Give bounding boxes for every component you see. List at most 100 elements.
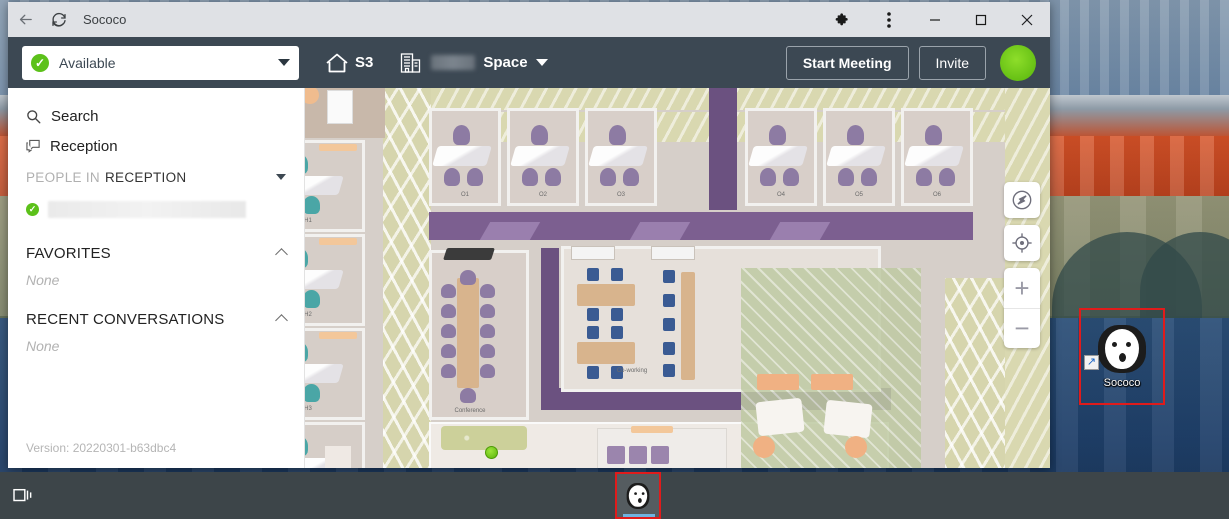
map-controls: + − <box>1004 182 1040 348</box>
chat-bubble-icon <box>26 139 46 153</box>
map-umbrella <box>755 397 805 437</box>
compass-arrow-icon[interactable] <box>1004 182 1040 218</box>
map-chair <box>587 326 599 339</box>
space-label: Space <box>483 54 528 71</box>
people-section-room: RECEPTION <box>104 169 187 185</box>
map-room-label: O1 <box>460 192 469 198</box>
map-chair <box>480 284 495 298</box>
sococo-face-icon <box>626 482 649 509</box>
map-chair <box>609 125 626 145</box>
chevron-up-icon <box>275 248 288 261</box>
taskbar-item-sococo[interactable] <box>614 472 661 519</box>
start-meeting-button[interactable]: Start Meeting <box>785 45 909 80</box>
map-shelf <box>319 238 357 245</box>
map-umbrella <box>823 399 873 439</box>
map-plant <box>441 426 527 450</box>
chevron-down-icon <box>535 59 548 66</box>
back-arrow-icon[interactable] <box>8 3 42 37</box>
recent-conversations-section-header[interactable]: RECENT CONVERSATIONS <box>8 304 304 334</box>
maximize-icon[interactable] <box>958 2 1004 37</box>
app-window: Sococo ✓ Available S3 Space Start Meetin… <box>8 2 1050 468</box>
map-room-label: O5 <box>854 192 863 198</box>
map-chair <box>838 168 854 186</box>
status-label: Available <box>59 54 116 71</box>
map-shelf <box>319 332 357 339</box>
map-furniture <box>327 90 353 124</box>
favorites-empty: None <box>26 272 60 288</box>
zoom-in-button[interactable]: + <box>1004 268 1040 308</box>
map-shelf <box>631 426 673 433</box>
desktop: Sococo ↗ Sococo ✓ Available S3 Space Sta… <box>0 0 1229 519</box>
map-chair <box>925 125 942 145</box>
taskbar <box>0 472 1229 519</box>
list-item[interactable]: ✓ <box>8 196 304 222</box>
space-name-redacted <box>431 55 476 70</box>
window-title: Sococo <box>83 12 127 27</box>
three-dot-menu-icon[interactable] <box>866 2 912 37</box>
person-name-redacted <box>48 200 246 218</box>
task-view-icon[interactable] <box>0 472 46 519</box>
home-button[interactable]: S3 <box>325 52 373 74</box>
map-chair <box>305 384 320 402</box>
map-room-label: H2 <box>305 312 312 318</box>
map-bench <box>811 374 853 390</box>
map-sofa <box>607 446 625 464</box>
map-chair <box>587 308 599 321</box>
titlebar: Sococo <box>8 2 1050 37</box>
status-dropdown[interactable]: ✓ Available <box>22 45 299 80</box>
map-room-label: H3 <box>305 406 312 412</box>
office-map[interactable]: H1 H2 H3 O1 O2 O3 O4 O5 O6 Conference Co… <box>305 88 1050 468</box>
map-chair <box>663 318 675 331</box>
recent-conversations-empty: None <box>26 338 60 354</box>
people-section-header[interactable]: PEOPLE IN RECEPTION <box>8 163 304 191</box>
map-room-label: O6 <box>932 192 941 198</box>
map-desk <box>904 146 964 166</box>
crosshair-target-icon[interactable] <box>1004 225 1040 261</box>
favorites-section-header[interactable]: FAVORITES <box>8 238 304 268</box>
map-shelf <box>319 144 357 151</box>
map-table <box>457 278 479 388</box>
minimize-icon[interactable] <box>912 2 958 37</box>
map-chair <box>587 268 599 281</box>
sidebar-item-reception[interactable]: Reception <box>8 131 304 161</box>
map-chair <box>663 294 675 307</box>
puzzle-piece-icon[interactable] <box>820 2 866 37</box>
space-dropdown[interactable]: Space <box>399 51 548 75</box>
map-chair <box>480 324 495 338</box>
home-label: S3 <box>355 54 374 71</box>
map-corridor <box>541 248 559 406</box>
map-table <box>577 284 635 306</box>
close-icon[interactable] <box>1004 2 1050 37</box>
map-desk <box>305 364 344 383</box>
map-chair <box>460 270 476 285</box>
reload-icon[interactable] <box>42 3 76 37</box>
map-room-label: O2 <box>538 192 547 198</box>
map-user-avatar[interactable] <box>485 446 498 459</box>
map-chair <box>480 344 495 358</box>
map-chair <box>760 168 776 186</box>
map-chair <box>611 268 623 281</box>
chevron-up-icon <box>275 314 288 327</box>
map-stone-wall <box>383 88 431 468</box>
avatar[interactable] <box>1000 44 1036 81</box>
map-chair <box>441 304 456 318</box>
map-room-label: O4 <box>776 192 785 198</box>
map-chair <box>847 125 864 145</box>
map-chair <box>861 168 877 186</box>
zoom-out-button[interactable]: − <box>1004 308 1040 348</box>
map-chair <box>441 364 456 378</box>
map-chair <box>939 168 955 186</box>
map-furniture <box>325 446 351 468</box>
map-sofa <box>629 446 647 464</box>
map-stone-wall <box>945 278 1005 468</box>
chevron-down-icon <box>276 174 286 180</box>
app-body: Search Reception PEOPLE IN RECEPTION ✓ F… <box>8 88 1050 468</box>
search-input[interactable]: Search <box>8 101 304 131</box>
desktop-shortcut-label: Sococo <box>1103 376 1141 389</box>
invite-button[interactable]: Invite <box>918 45 986 80</box>
search-label: Search <box>51 107 99 125</box>
green-check-icon: ✓ <box>31 53 49 72</box>
map-chair <box>480 304 495 318</box>
map-chair <box>611 308 623 321</box>
map-chair <box>441 284 456 298</box>
